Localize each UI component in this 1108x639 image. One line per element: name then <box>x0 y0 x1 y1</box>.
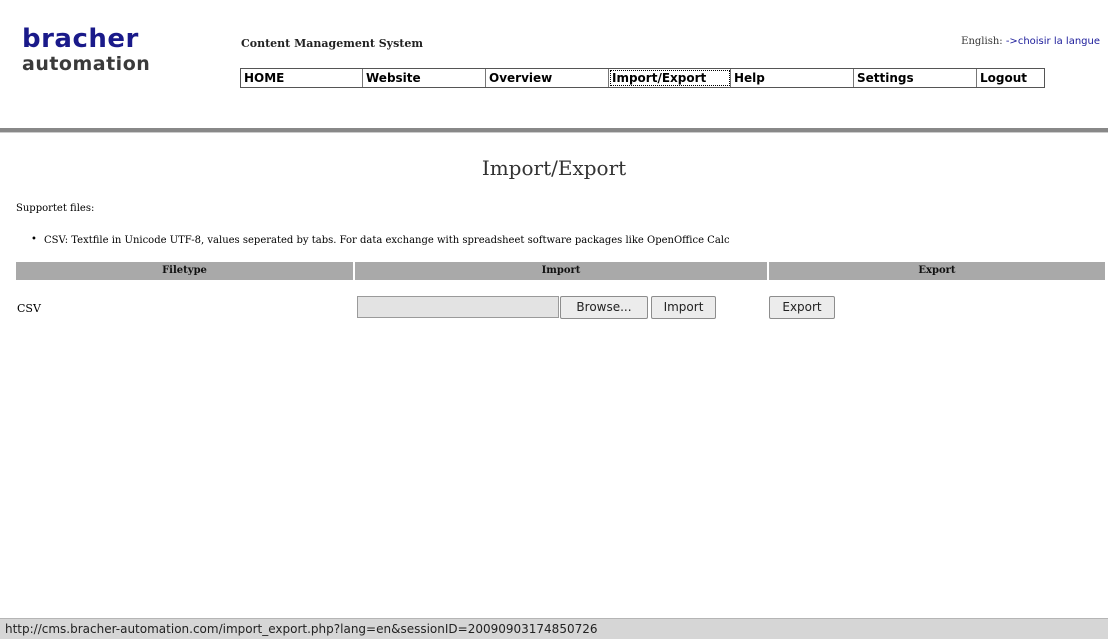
language-selector: English: ->choisir la langue <box>961 36 1100 47</box>
supported-file-item: CSV: Textfile in Unicode UTF-8, values s… <box>31 234 730 246</box>
supported-files-label: Supportet files: <box>16 203 95 214</box>
status-bar: http://cms.bracher-automation.com/import… <box>0 618 1108 639</box>
logo: bracher automation <box>22 26 150 74</box>
main-nav: HOME Website Overview Import/Export Help… <box>240 68 1045 88</box>
export-button[interactable]: Export <box>769 296 835 319</box>
nav-item-home[interactable]: HOME <box>241 69 363 87</box>
cms-title: Content Management System <box>241 37 423 50</box>
choose-language-link[interactable]: ->choisir la langue <box>1006 36 1100 47</box>
browse-button[interactable]: Browse... <box>560 296 648 319</box>
filetype-cell: CSV <box>17 302 41 315</box>
file-path-input[interactable] <box>357 296 559 318</box>
nav-item-logout[interactable]: Logout <box>977 69 1044 87</box>
import-export-table-header: Filetype Import Export <box>16 262 1105 280</box>
column-header-import: Import <box>355 262 769 280</box>
column-header-export: Export <box>769 262 1105 280</box>
header-divider <box>0 128 1108 133</box>
column-header-filetype: Filetype <box>16 262 355 280</box>
import-button[interactable]: Import <box>651 296 716 319</box>
logo-line-1: bracher <box>22 24 139 54</box>
nav-item-import-export[interactable]: Import/Export <box>609 69 731 87</box>
current-language: English: <box>961 36 1003 47</box>
page-title: Import/Export <box>481 156 627 180</box>
nav-item-help[interactable]: Help <box>731 69 854 87</box>
nav-item-settings[interactable]: Settings <box>854 69 977 87</box>
nav-item-overview[interactable]: Overview <box>486 69 609 87</box>
nav-item-website[interactable]: Website <box>363 69 486 87</box>
logo-line-2: automation <box>22 53 151 75</box>
status-url: http://cms.bracher-automation.com/import… <box>5 622 598 636</box>
